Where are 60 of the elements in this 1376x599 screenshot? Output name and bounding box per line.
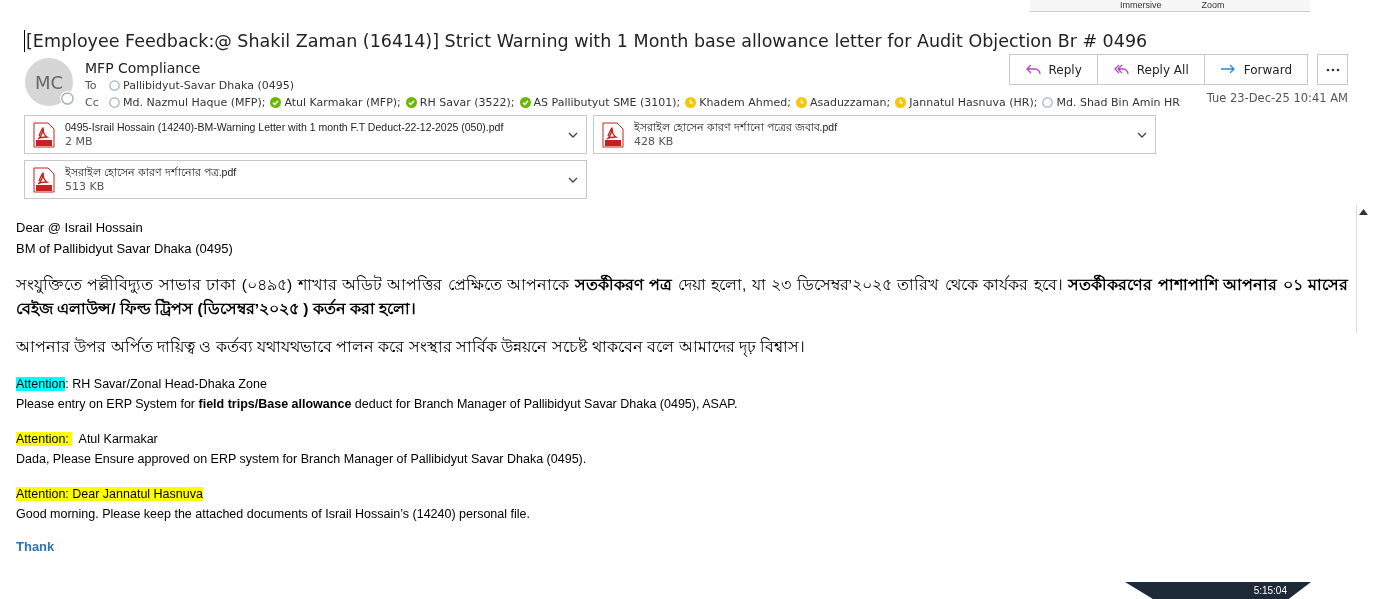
sender-avatar: MC xyxy=(25,58,73,106)
recipient-name[interactable]: AS Pallibutyut SME (3101); xyxy=(533,94,681,111)
attention-line: Attention: Atul Karmakar xyxy=(16,431,159,448)
away-status-icon xyxy=(685,97,697,108)
scrollbar[interactable] xyxy=(1356,205,1370,333)
offline-status-icon xyxy=(61,92,74,105)
away-status-icon xyxy=(795,97,807,108)
available-status-icon xyxy=(270,97,282,108)
recipient-name[interactable]: Khadem Ahmed; xyxy=(699,94,791,111)
taskbar-clock: 5:15:04 xyxy=(1253,585,1287,596)
reply-all-icon xyxy=(1112,62,1129,77)
chevron-down-icon[interactable] xyxy=(568,176,578,183)
recipient-name[interactable]: Md. Nazmul Haque (MFP); xyxy=(123,94,266,111)
attachment-name: ইসরাইল হোসেন কারণ দর্শানোর পত্র.pdf xyxy=(65,165,238,180)
attachment-card[interactable]: ইসরাইল হোসেন কারণ দর্শানো পত্রের জবাব.pdf 428 KB xyxy=(593,115,1156,154)
reply-all-button[interactable]: Reply All xyxy=(1096,54,1205,85)
chevron-down-icon[interactable] xyxy=(1137,131,1147,138)
offline-status-icon xyxy=(1042,97,1054,108)
recipient-name[interactable]: Atul Karmakar (MFP); xyxy=(284,94,401,111)
attachment-size: 428 KB xyxy=(634,135,675,149)
attention-message: Good morning. Please keep the attached documents of Israil Hossain’s (14240) personal file. xyxy=(16,506,531,523)
greeting-line: BM of Pallibidyut Savar Dhaka (0495) xyxy=(16,240,234,258)
attention-message: Please entry on ERP System for field trips/Base allowance deduct for Branch Manager of Pallibidyut Savar Dhaka (0495), ASAP. xyxy=(16,396,739,413)
attachment-name: 0495-Israil Hossain (14240)-BM-Warning Letter with 1 month F.T Deduct-22-12-2025 (050).pdf xyxy=(65,120,505,135)
attachment-card[interactable]: ইসরাইল হোসেন কারণ দর্শানোর পত্র.pdf 513 KB xyxy=(24,160,587,199)
pdf-file-icon xyxy=(602,121,624,148)
body-paragraph: সংযুক্তিতে পল্লীবিদ্যুত সাভার ঢাকা (০৪৯৫) শাখার অডিট আপত্তির প্রেক্ষিতে আপনাকে সতর্কীকরণ পত্র দেয়া হলো, যা ২৩ ডিসেম্বর’২০২৫ তারিখ থেকে কার্যকর হবে। সতর্কীকরণের পাশাপাশি আপনার ০১ মাসের বেইজ এলাউন্স/ ফিল্ড ট্রিপস (ডিসেম্বর’২০২৫ ) কর্তন করা হলো। xyxy=(16,273,1348,319)
chevron-down-icon[interactable] xyxy=(568,131,578,138)
sender-name[interactable]: MFP Compliance xyxy=(85,59,1010,77)
email-subject: [Employee Feedback:@ Shakil Zaman (16414)] Strict Warning with 1 Month base allowance letter for Audit Objection Br # 0496 xyxy=(24,30,1348,52)
attachment-card[interactable]: 0495-Israil Hossain (14240)-BM-Warning Letter with 1 month F.T Deduct-22-12-2025 (050).pdf 2 MB xyxy=(24,115,587,154)
offline-status-icon xyxy=(109,97,120,108)
recipient-name[interactable]: Asaduzzaman; xyxy=(809,94,891,111)
recipient-name[interactable]: RH Savar (3522); xyxy=(419,94,515,111)
pdf-file-icon xyxy=(33,121,55,148)
toolbar-label: Immersive xyxy=(1120,0,1162,11)
available-status-icon xyxy=(519,97,531,108)
attachment-size: 2 MB xyxy=(65,135,94,149)
scroll-up-icon[interactable] xyxy=(1359,209,1368,215)
attachment-size: 513 KB xyxy=(65,180,106,194)
recipient-label: Cc xyxy=(85,95,100,111)
forward-button[interactable]: Forward xyxy=(1203,54,1308,85)
sent-date: Tue 23-Dec-25 10:41 AM xyxy=(1206,91,1348,105)
body-paragraph: আপনার উপর অর্পিত দায়িত্ব ও কর্তব্য যথাযথভাবে পালন করে সংস্থার সার্বিক উন্নয়নে সচেষ্ট থাকবেন বলে আমাদের দৃঢ় বিশ্বাস। xyxy=(16,336,807,359)
reply-button[interactable]: Reply xyxy=(1008,54,1098,85)
recipient-name[interactable]: Md. Shad Bin Amin HR xyxy=(1056,94,1180,111)
recipient-label: To xyxy=(85,78,98,94)
recipient-name[interactable]: Jannatul Hasnuva (HR); xyxy=(909,94,1038,111)
away-status-icon xyxy=(895,97,907,108)
greeting-line: Dear @ Israil Hossain xyxy=(16,219,144,237)
available-status-icon xyxy=(405,97,417,108)
attention-message: Dada, Please Ensure approved on ERP system for Branch Manager of Pallibidyut Savar Dhaka (0495). xyxy=(16,451,588,468)
recipient-name[interactable]: Pallibidyut-Savar Dhaka (0495) xyxy=(123,77,294,94)
offline-status-icon xyxy=(109,80,120,91)
toolbar-label: Zoom xyxy=(1201,0,1225,11)
attachment-name: ইসরাইল হোসেন কারণ দর্শানো পত্রের জবাব.pdf xyxy=(634,120,839,135)
closing-text: Thank xyxy=(16,540,56,554)
reply-icon xyxy=(1024,62,1041,77)
pdf-file-icon xyxy=(33,166,55,193)
attention-line: Attention: RH Savar/Zonal Head-Dhaka Zone xyxy=(16,376,268,393)
